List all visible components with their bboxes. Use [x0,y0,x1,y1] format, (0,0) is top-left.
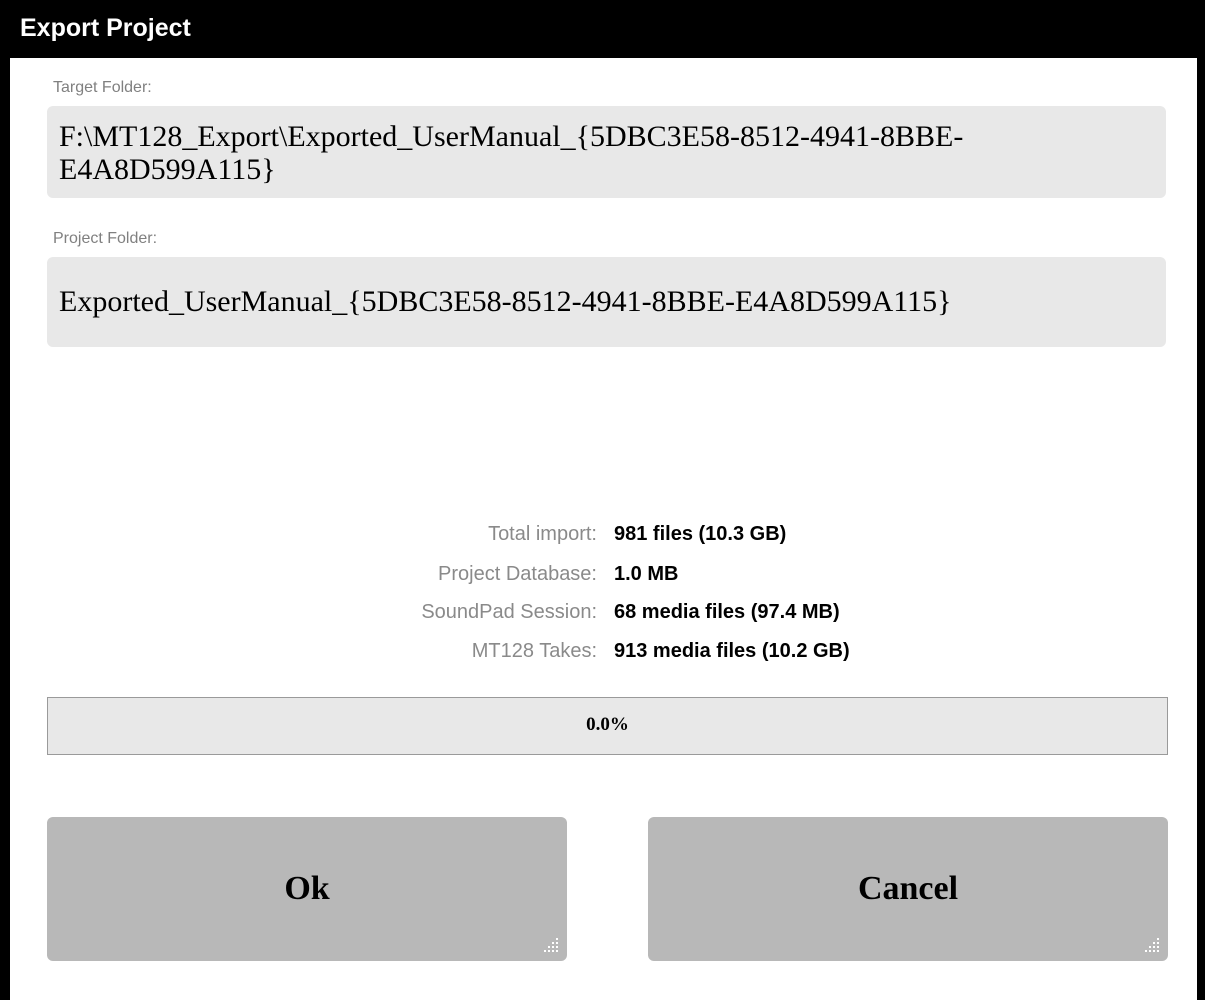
ok-button-label: Ok [284,870,330,907]
target-folder-label: Target Folder: [53,79,152,96]
stat-value: 981 files (10.3 GB) [614,523,787,545]
stat-row-mt128-takes: MT128 Takes: 913 media files (10.2 GB) [0,640,1205,670]
stat-value: 68 media files (97.4 MB) [614,601,840,623]
target-folder-line-1: F:\MT128_Export\Exported_UserManual_{5DB… [59,120,964,153]
stat-label: Project Database: [438,563,597,585]
progress-text: 0.0% [586,714,629,735]
stat-row-project-database: Project Database: 1.0 MB [0,563,1205,593]
cancel-button-label: Cancel [857,870,959,907]
export-progress-bar: 0.0% [47,697,1168,755]
target-folder-line-2: E4A8D599A115} [59,153,276,186]
resize-grip-icon [1145,938,1159,952]
stat-label: MT128 Takes: [471,640,597,662]
project-folder-value: Exported_UserManual_{5DBC3E58-8512-4941-… [59,285,952,318]
stat-label: SoundPad Session: [421,601,597,623]
window-title: Export Project [20,14,191,42]
ok-button[interactable]: Ok [47,817,567,961]
project-folder-label: Project Folder: [53,230,158,247]
stat-row-total-import: Total import: 981 files (10.3 GB) [0,523,1205,553]
title-bar: Export Project [0,0,1205,58]
stat-row-soundpad-session: SoundPad Session: 68 media files (97.4 M… [0,601,1205,631]
resize-grip-icon [544,938,558,952]
stat-value: 1.0 MB [614,563,679,585]
target-folder-field[interactable]: F:\MT128_Export\Exported_UserManual_{5DB… [47,106,1166,198]
cancel-button[interactable]: Cancel [648,817,1168,961]
project-folder-field[interactable]: Exported_UserManual_{5DBC3E58-8512-4941-… [47,257,1166,347]
stat-label: Total import: [488,523,597,545]
stat-value: 913 media files (10.2 GB) [614,640,850,662]
